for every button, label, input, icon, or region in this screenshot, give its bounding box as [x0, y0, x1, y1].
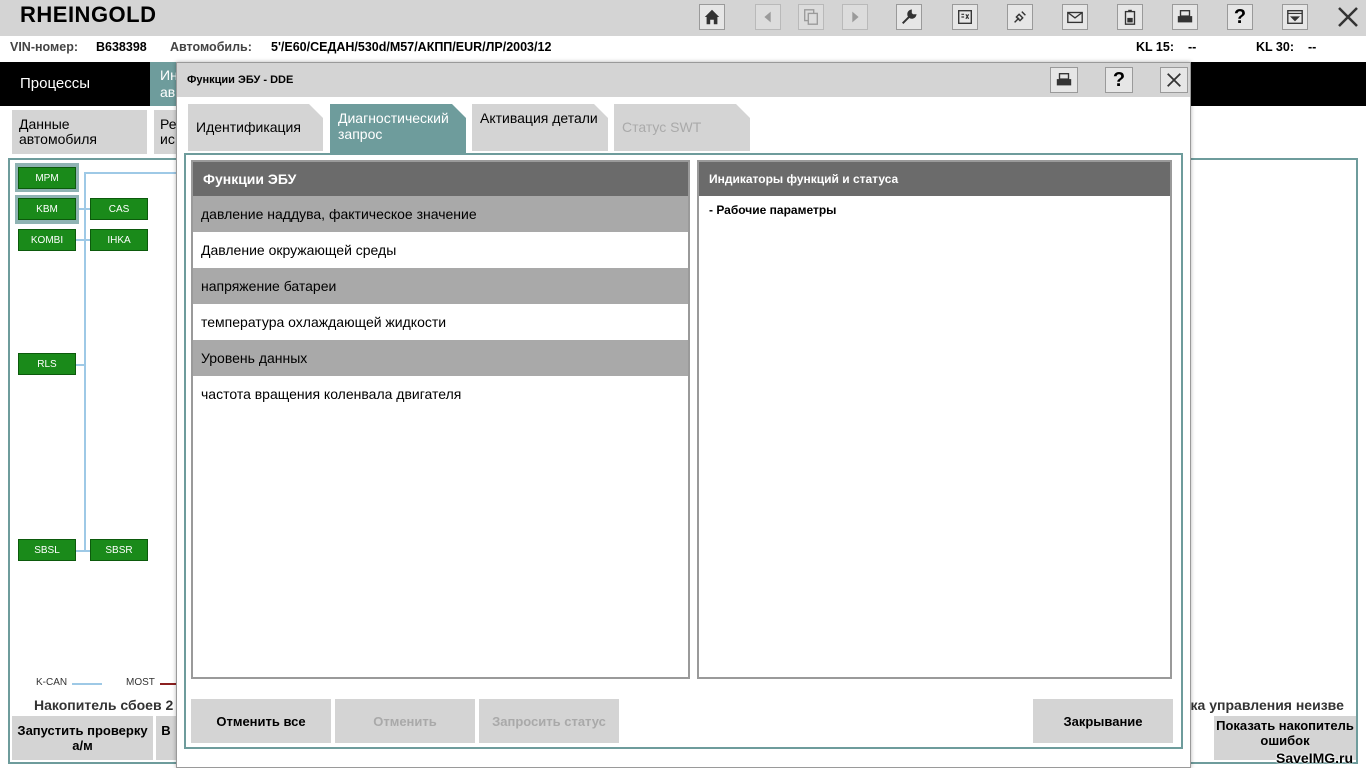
forward-button[interactable] [842, 4, 868, 30]
help-button[interactable]: ? [1227, 4, 1253, 30]
copy-icon [804, 9, 818, 25]
close-icon [1338, 7, 1358, 27]
watermark: SaveIMG.ru [1276, 750, 1354, 766]
subtab-vehicle-data[interactable]: Данные автомобиля [12, 110, 147, 154]
bus-line [76, 364, 86, 366]
vci-button[interactable] [952, 4, 978, 30]
ecu-mpm[interactable]: MPM [18, 167, 76, 189]
close-icon [1167, 73, 1181, 87]
start-vehicle-check-button[interactable]: Запустить проверку а/м [12, 716, 153, 760]
function-item[interactable]: частота вращения коленвала двигателя [193, 376, 688, 412]
dialog-print-button[interactable] [1050, 67, 1078, 93]
forward-icon [852, 11, 859, 23]
legend-most-line [160, 683, 176, 685]
ecu-functions-dialog: Функции ЭБУ - DDE ? Идентификация Диагно… [176, 62, 1191, 768]
ecu-sbsr[interactable]: SBSR [90, 539, 148, 561]
plug-icon [1014, 11, 1026, 23]
kl15-value: -- [1188, 40, 1197, 54]
legend-kcan-label: K-CAN [36, 677, 68, 688]
bus-line [76, 239, 90, 241]
function-item[interactable]: давление наддува, фактическое значение [193, 196, 688, 232]
home-icon [704, 9, 720, 25]
functions-panel-header: Функции ЭБУ [193, 162, 688, 196]
function-item[interactable]: напряжение батареи [193, 268, 688, 304]
process-tab-processes[interactable]: Процессы [20, 75, 90, 92]
print-button[interactable] [1172, 4, 1198, 30]
print-icon [1177, 10, 1193, 23]
mail-icon [1067, 11, 1083, 24]
dialog-close-button[interactable] [1160, 67, 1188, 93]
kl30-label: KL 30: [1256, 40, 1294, 54]
dialog-body: Функции ЭБУ давление наддува, фактическо… [184, 153, 1183, 749]
fault-memory-status: Накопитель сбоев 2 [34, 697, 174, 713]
legend-kcan-line [72, 683, 102, 685]
vci-icon [958, 10, 972, 24]
dialog-title: Функции ЭБУ - DDE [187, 74, 294, 86]
request-status-button[interactable]: Запросить статус [479, 699, 619, 743]
home-button[interactable] [699, 4, 725, 30]
plug-button[interactable] [1007, 4, 1033, 30]
subtab-second[interactable]: Ре ис [154, 110, 176, 154]
ecu-cas[interactable]: CAS [90, 198, 148, 220]
cancel-all-button[interactable]: Отменить все [191, 699, 331, 743]
dialog-title-bar: Функции ЭБУ - DDE ? [177, 63, 1190, 97]
status-item: - Рабочие параметры [709, 203, 837, 217]
copy-button[interactable] [798, 4, 824, 30]
ecu-kbm[interactable]: KBM [18, 198, 76, 220]
function-item[interactable]: Уровень данных [193, 340, 688, 376]
status-panel: Индикаторы функций и статуса - Рабочие п… [697, 160, 1172, 679]
background-button-2[interactable]: В [156, 716, 176, 760]
back-button[interactable] [755, 4, 781, 30]
app-brand: RHEINGOLD [20, 2, 157, 27]
ecu-unknown-status: ока управления неизве [1182, 697, 1344, 713]
back-icon [764, 11, 771, 23]
function-item[interactable]: Давление окружающей среды [193, 232, 688, 268]
tab-swt-status[interactable]: Статус SWT [614, 104, 750, 151]
vin-label: VIN-номер: [10, 40, 79, 54]
kl15-label: KL 15: [1136, 40, 1174, 54]
battery-button[interactable] [1117, 4, 1143, 30]
window-icon [1287, 10, 1303, 24]
wrench-icon [901, 9, 917, 25]
tab-diagnostic-request[interactable]: Диагностический запрос [330, 104, 466, 154]
mail-button[interactable] [1062, 4, 1088, 30]
cancel-button[interactable]: Отменить [335, 699, 475, 743]
ecu-rls[interactable]: RLS [18, 353, 76, 375]
vin-value: B638398 [96, 40, 147, 54]
vehicle-info-bar: VIN-номер: B638398 Автомобиль: 5'/E60/СЕ… [0, 36, 1366, 58]
tab-component-activation[interactable]: Активация детали [472, 104, 608, 151]
dialog-help-button[interactable]: ? [1105, 67, 1133, 93]
car-label: Автомобиль: [170, 40, 252, 54]
close-dialog-button[interactable]: Закрывание [1033, 699, 1173, 743]
help-icon: ? [1233, 5, 1247, 28]
function-item[interactable]: температура охлаждающей жидкости [193, 304, 688, 340]
tab-identification[interactable]: Идентификация [188, 104, 323, 151]
status-panel-header: Индикаторы функций и статуса [699, 162, 1170, 196]
battery-icon [1124, 9, 1136, 25]
bus-line [76, 550, 90, 552]
show-window-button[interactable] [1282, 4, 1308, 30]
app-header: RHEINGOLD ? [0, 0, 1366, 36]
bus-line [84, 172, 86, 552]
app-close-button[interactable] [1336, 5, 1360, 29]
legend-most-label: MOST [126, 677, 155, 688]
kl30-value: -- [1308, 40, 1317, 54]
ecu-kombi[interactable]: KOMBI [18, 229, 76, 251]
ecu-ihka[interactable]: IHKA [90, 229, 148, 251]
ecu-sbsl[interactable]: SBSL [18, 539, 76, 561]
car-value: 5'/E60/СЕДАН/530d/M57/АКПП/EUR/ЛР/2003/1… [271, 40, 552, 54]
print-icon [1056, 73, 1072, 86]
help-icon: ? [1112, 68, 1126, 91]
functions-panel: Функции ЭБУ давление наддува, фактическо… [191, 160, 690, 679]
service-button[interactable] [896, 4, 922, 30]
